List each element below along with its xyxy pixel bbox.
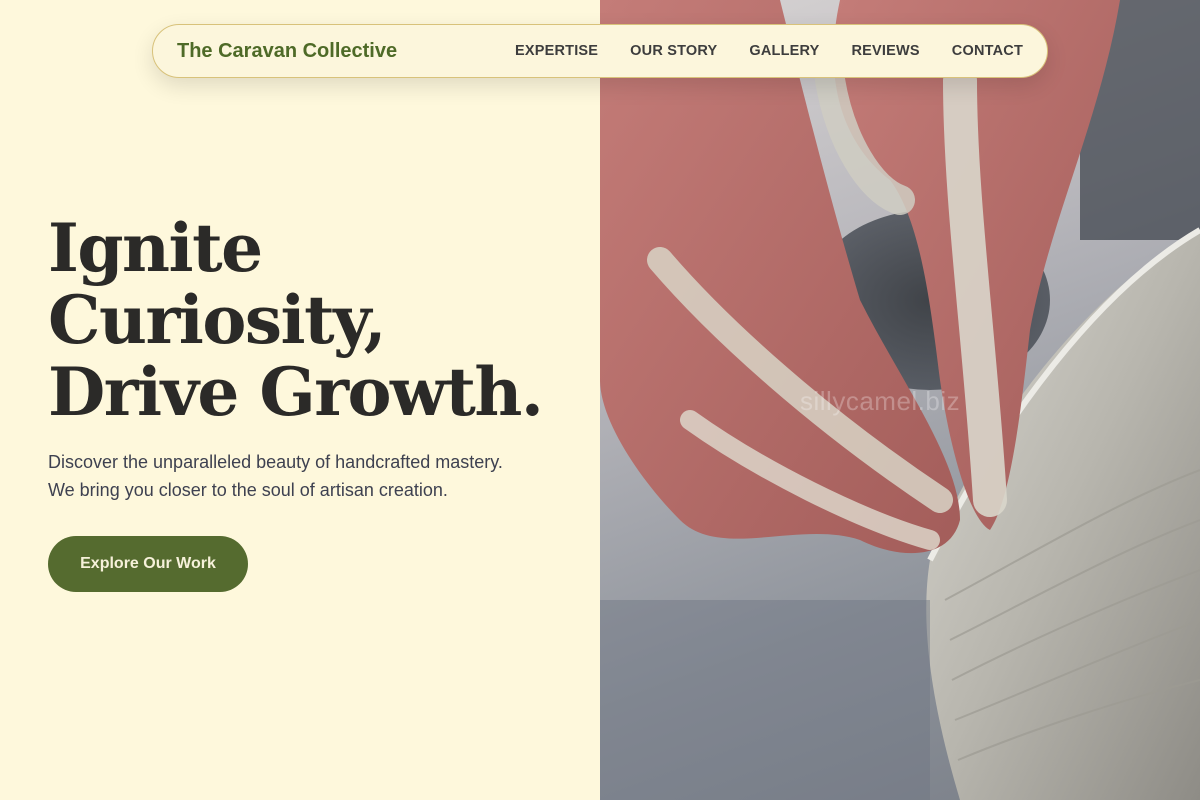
nav-link-expertise[interactable]: EXPERTISE [515, 43, 598, 59]
nav-link-contact[interactable]: CONTACT [952, 43, 1023, 59]
subtext-line-2: We bring you closer to the soul of artis… [48, 480, 448, 500]
landing-page: Ignite Curiosity, Drive Growth. Discover… [0, 0, 1200, 800]
nav-link-gallery[interactable]: GALLERY [749, 43, 819, 59]
nav-links: EXPERTISE OUR STORY GALLERY REVIEWS CONT… [515, 43, 1023, 59]
nav-link-our-story[interactable]: OUR STORY [630, 43, 717, 59]
hero-subtext: Discover the unparalleled beauty of hand… [48, 448, 588, 504]
watermark-text: sillycamel.biz [800, 386, 961, 416]
headline-line-1: Ignite [48, 209, 263, 287]
headline-line-2: Curiosity, [48, 281, 387, 359]
hero-headline: Ignite Curiosity, Drive Growth. [48, 212, 588, 428]
headline-line-3: Drive Growth. [48, 353, 544, 431]
top-navbar: The Caravan Collective EXPERTISE OUR STO… [152, 24, 1048, 78]
brand-logo-link[interactable]: The Caravan Collective [177, 40, 397, 63]
subtext-line-1: Discover the unparalleled beauty of hand… [48, 452, 503, 472]
hero-text-panel: Ignite Curiosity, Drive Growth. Discover… [0, 0, 600, 800]
explore-our-work-button[interactable]: Explore Our Work [48, 536, 248, 592]
hero-image: sillycamel.biz [600, 0, 1200, 800]
nav-link-reviews[interactable]: REVIEWS [852, 43, 920, 59]
